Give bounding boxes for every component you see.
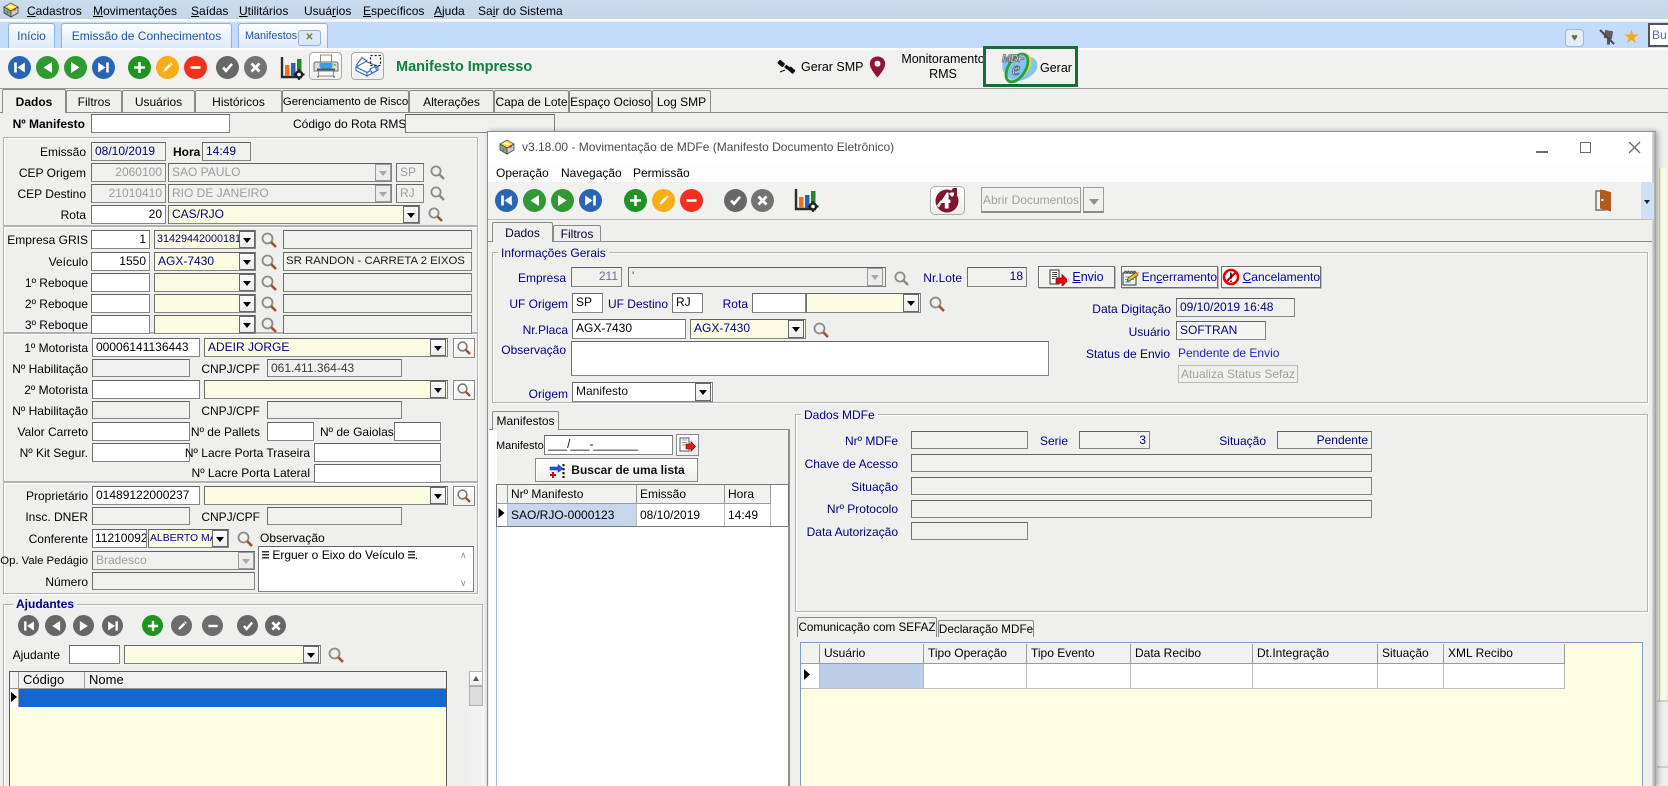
svg-text:MDF: MDF <box>1002 53 1025 65</box>
